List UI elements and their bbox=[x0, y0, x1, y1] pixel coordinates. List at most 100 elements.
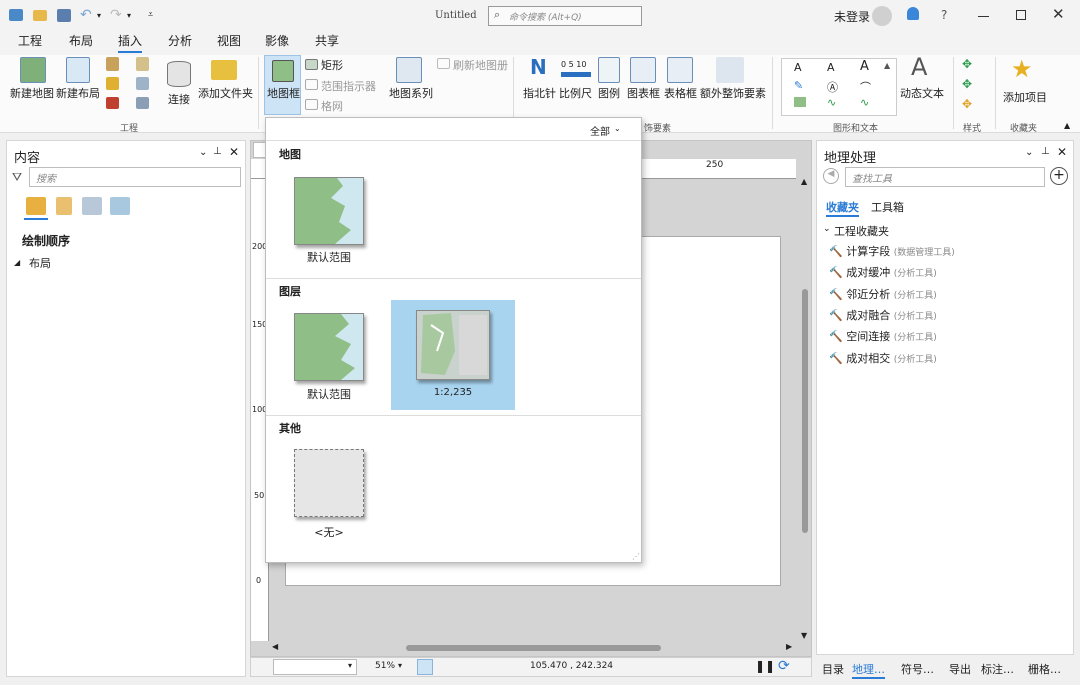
dynamic-text-button[interactable]: 动态文本 bbox=[900, 85, 944, 101]
north-arrow-button[interactable]: 指北针 bbox=[523, 85, 556, 101]
tool-item[interactable]: 🔨 成对缓冲 (分析工具) bbox=[829, 264, 937, 280]
chart-frame-button[interactable]: 图表框 bbox=[627, 85, 660, 101]
user-avatar-icon[interactable] bbox=[872, 6, 892, 26]
gallery-scroll-icon[interactable]: ▲ bbox=[884, 61, 890, 70]
refresh-icon[interactable]: ⟳ bbox=[778, 658, 790, 674]
refresh-map-series-button[interactable]: 刷新地图册 bbox=[453, 57, 508, 73]
list-by-drawing-order-icon[interactable] bbox=[26, 197, 46, 215]
layer-default-extent-thumb[interactable] bbox=[294, 313, 364, 381]
extent-indicator-button[interactable]: 范围指示器 bbox=[321, 78, 376, 94]
list-by-editing-icon[interactable] bbox=[110, 197, 130, 215]
table-frame-button[interactable]: 表格框 bbox=[664, 85, 697, 101]
list-by-selection-icon[interactable] bbox=[82, 197, 102, 215]
resize-grip-icon[interactable]: ⋰ bbox=[632, 552, 640, 561]
close-pane-icon[interactable]: ✕ bbox=[1057, 145, 1067, 159]
scroll-up-icon[interactable]: ▲ bbox=[801, 177, 807, 186]
circle-text-icon[interactable]: Ⓐ bbox=[827, 79, 838, 95]
extra-surround-button[interactable]: 额外整饰要素 bbox=[700, 85, 766, 101]
sign-in-status[interactable]: 未登录 bbox=[834, 8, 870, 25]
polyline-icon[interactable]: ∿ bbox=[827, 96, 836, 109]
tab-insert[interactable]: 插入 bbox=[118, 33, 143, 53]
pin-icon[interactable]: ⊥ bbox=[213, 146, 222, 157]
new-map-button[interactable]: 新建地图 bbox=[10, 85, 54, 101]
open-project-icon[interactable] bbox=[33, 10, 47, 21]
connect-button[interactable]: 连接 bbox=[168, 91, 190, 107]
new-report-icon[interactable] bbox=[106, 57, 119, 71]
scrollbar-thumb[interactable] bbox=[802, 289, 808, 533]
pin-icon[interactable]: ⊥ bbox=[1041, 146, 1050, 157]
collapse-ribbon-icon[interactable]: ▲ bbox=[1064, 121, 1070, 130]
style-icon-2[interactable]: ✥ bbox=[962, 77, 972, 91]
tab-raster[interactable]: 栅格… bbox=[1028, 661, 1061, 677]
layout-tree-item[interactable]: 布局 bbox=[29, 255, 51, 271]
command-search-box[interactable]: ⌕ 命令搜索 (Alt+Q) bbox=[488, 6, 642, 26]
add-item-button[interactable]: 添加项目 bbox=[1003, 89, 1047, 105]
tool-item[interactable]: 🔨 空间连接 (分析工具) bbox=[829, 328, 937, 344]
map-frame-button[interactable]: 地图框 bbox=[264, 55, 301, 115]
toolbox-icon[interactable] bbox=[136, 77, 149, 90]
tab-analysis[interactable]: 分析 bbox=[168, 33, 192, 53]
zoom-dropdown-icon[interactable]: ▾ bbox=[398, 661, 402, 670]
undo-dropdown-icon[interactable]: ▾ bbox=[97, 11, 101, 20]
import-icon[interactable] bbox=[106, 97, 119, 109]
task-icon[interactable] bbox=[106, 77, 119, 90]
plain-a-icon[interactable]: A bbox=[860, 59, 869, 74]
h-scrollbar-thumb[interactable] bbox=[406, 645, 661, 651]
tab-imagery[interactable]: 影像 bbox=[265, 33, 289, 53]
scroll-left-icon[interactable]: ◀ bbox=[272, 642, 278, 651]
tool-search-input[interactable]: 查找工具 bbox=[845, 167, 1045, 187]
minimize-icon[interactable] bbox=[978, 16, 989, 17]
help-icon[interactable]: ? bbox=[941, 8, 947, 22]
pause-drawing-icon[interactable]: ❚❚ bbox=[755, 659, 775, 673]
close-pane-icon[interactable]: ✕ bbox=[229, 145, 239, 159]
line-icon[interactable]: ✎ bbox=[794, 79, 803, 92]
tab-toolboxes[interactable]: 工具箱 bbox=[871, 199, 904, 215]
grid-button[interactable]: 格网 bbox=[321, 98, 343, 114]
zoom-select[interactable]: 51% bbox=[375, 661, 395, 671]
tool-item[interactable]: 🔨 成对相交 (分析工具) bbox=[829, 350, 937, 366]
picture-icon[interactable] bbox=[794, 97, 806, 107]
tool-item[interactable]: 🔨 成对融合 (分析工具) bbox=[829, 307, 937, 323]
map-default-extent-thumb[interactable] bbox=[294, 177, 364, 245]
tab-project[interactable]: 工程 bbox=[18, 33, 42, 53]
graphics-gallery[interactable]: A A A ✎ Ⓐ ⌒ ∿ ∿ bbox=[781, 58, 897, 116]
list-by-source-icon[interactable] bbox=[56, 197, 72, 215]
tab-layout[interactable]: 布局 bbox=[69, 33, 93, 53]
rectangle-button[interactable]: 矩形 bbox=[321, 57, 343, 73]
collapse-icon[interactable]: ⌄ bbox=[823, 224, 831, 234]
bookmark-item-selected[interactable]: 1:2,235 bbox=[391, 300, 515, 410]
legend-button[interactable]: 图例 bbox=[598, 85, 620, 101]
tab-view[interactable]: 视图 bbox=[217, 33, 241, 53]
none-thumb[interactable] bbox=[294, 449, 364, 517]
new-notebook-icon[interactable] bbox=[136, 57, 149, 71]
fixed-zoom-icon[interactable] bbox=[417, 659, 433, 675]
text-a-icon[interactable]: A bbox=[794, 61, 802, 74]
redo-icon[interactable]: ↷ bbox=[110, 7, 122, 23]
tab-geoprocessing[interactable]: 地理… bbox=[852, 661, 885, 679]
tab-share[interactable]: 共享 bbox=[315, 33, 339, 53]
map-series-button[interactable]: 地图系列 bbox=[389, 85, 433, 101]
back-icon[interactable]: ◀ bbox=[823, 168, 839, 184]
add-folder-button[interactable]: 添加文件夹 bbox=[198, 85, 253, 101]
maximize-icon[interactable] bbox=[1016, 10, 1026, 20]
pane-menu-icon[interactable]: ⌄ bbox=[1025, 147, 1033, 158]
scale-select[interactable]: ▾ bbox=[273, 659, 357, 675]
tab-symbology[interactable]: 符号… bbox=[901, 661, 934, 677]
new-layout-button[interactable]: 新建布局 bbox=[56, 85, 100, 101]
expand-icon[interactable]: ◢ bbox=[14, 258, 20, 267]
tool-item[interactable]: 🔨 邻近分析 (分析工具) bbox=[829, 286, 937, 302]
filter-select[interactable]: 全部 bbox=[590, 123, 610, 138]
chevron-down-icon[interactable]: ⌄ bbox=[614, 124, 621, 133]
bezier-icon[interactable]: ⌒ bbox=[860, 79, 871, 95]
tab-catalog[interactable]: 目录 bbox=[822, 661, 844, 677]
customize-qat-icon[interactable]: ⩡ bbox=[148, 10, 153, 20]
notification-icon[interactable] bbox=[907, 7, 919, 20]
pane-menu-icon[interactable]: ⌄ bbox=[199, 147, 207, 158]
close-icon[interactable]: ✕ bbox=[1052, 5, 1065, 23]
redo-dropdown-icon[interactable]: ▾ bbox=[127, 11, 131, 20]
tab-favorites[interactable]: 收藏夹 bbox=[826, 199, 859, 217]
style-icon-3[interactable]: ✥ bbox=[962, 97, 972, 111]
tool-item[interactable]: 🔨 计算字段 (数据管理工具) bbox=[829, 243, 955, 259]
callout-a-icon[interactable]: A bbox=[827, 61, 835, 74]
tab-export[interactable]: 导出 bbox=[949, 661, 971, 677]
